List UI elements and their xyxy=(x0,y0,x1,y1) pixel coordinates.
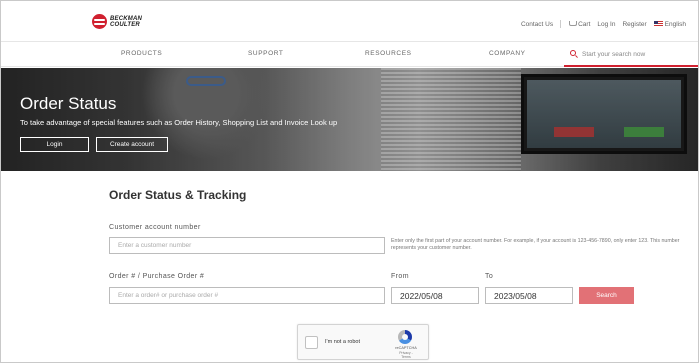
logo-line-1: BECKMAN xyxy=(110,15,143,22)
account-number-hint: Enter only the first part of your accoun… xyxy=(391,238,680,251)
recaptcha-widget: I'm not a robot reCAPTCHA Privacy - Term… xyxy=(297,324,429,360)
login-link[interactable]: Log In xyxy=(597,21,615,28)
not-robot-label: I'm not a robot xyxy=(325,339,360,345)
section-title: Order Status & Tracking xyxy=(109,188,247,202)
nav-item-resources[interactable]: RESOURCES xyxy=(365,50,412,57)
not-robot-checkbox[interactable] xyxy=(305,336,318,349)
page-frame: BECKMAN COULTER Contact Us Cart Log In R… xyxy=(0,0,699,363)
to-date-label: To xyxy=(485,273,494,280)
us-flag-icon xyxy=(653,20,663,27)
to-date-input[interactable] xyxy=(485,287,573,304)
account-number-label: Customer account number xyxy=(109,224,201,231)
logo-wordmark: BECKMAN COULTER xyxy=(110,16,142,28)
nav-item-company[interactable]: COMPANY xyxy=(489,50,526,57)
nav-item-products[interactable]: PRODUCTS xyxy=(121,50,162,57)
search-icon[interactable] xyxy=(570,50,576,56)
hero-banner: Order Status To take advantage of specia… xyxy=(1,68,698,171)
utility-links: Contact Us Cart Log In Register English xyxy=(514,20,686,28)
cart-icon xyxy=(568,20,578,27)
contact-us-link[interactable]: Contact Us xyxy=(521,21,553,28)
hero-subtitle: To take advantage of special features su… xyxy=(20,118,338,127)
brand-logo[interactable]: BECKMAN COULTER xyxy=(92,14,142,29)
site-search-input[interactable] xyxy=(582,48,692,60)
account-number-input[interactable] xyxy=(109,237,385,254)
login-button[interactable]: Login xyxy=(20,137,89,152)
nav-item-support[interactable]: SUPPORT xyxy=(248,50,284,57)
top-bar: BECKMAN COULTER Contact Us Cart Log In R… xyxy=(1,1,698,41)
from-date-label: From xyxy=(391,273,409,280)
order-number-label: Order # / Purchase Order # xyxy=(109,273,205,280)
search-button[interactable]: Search xyxy=(579,287,634,304)
main-nav: PRODUCTS SUPPORT RESOURCES COMPANY xyxy=(1,41,698,67)
recaptcha-logo-icon xyxy=(398,330,412,344)
create-account-button[interactable]: Create account xyxy=(96,137,168,152)
order-number-input[interactable] xyxy=(109,287,385,304)
recaptcha-terms-link[interactable]: Privacy - Terms xyxy=(394,351,418,359)
cart-label: Cart xyxy=(578,20,591,28)
register-link[interactable]: Register xyxy=(622,21,646,28)
language-label: English xyxy=(664,20,686,28)
beckman-logo-icon xyxy=(92,14,107,29)
page-title: Order Status xyxy=(20,94,117,113)
utility-divider xyxy=(560,20,562,28)
site-search xyxy=(564,42,698,67)
cart-link[interactable]: Cart xyxy=(568,20,591,28)
language-selector[interactable]: English xyxy=(653,20,686,28)
logo-line-2: COULTER xyxy=(110,21,140,28)
recaptcha-brand: reCAPTCHA xyxy=(395,346,417,350)
from-date-input[interactable] xyxy=(391,287,479,304)
